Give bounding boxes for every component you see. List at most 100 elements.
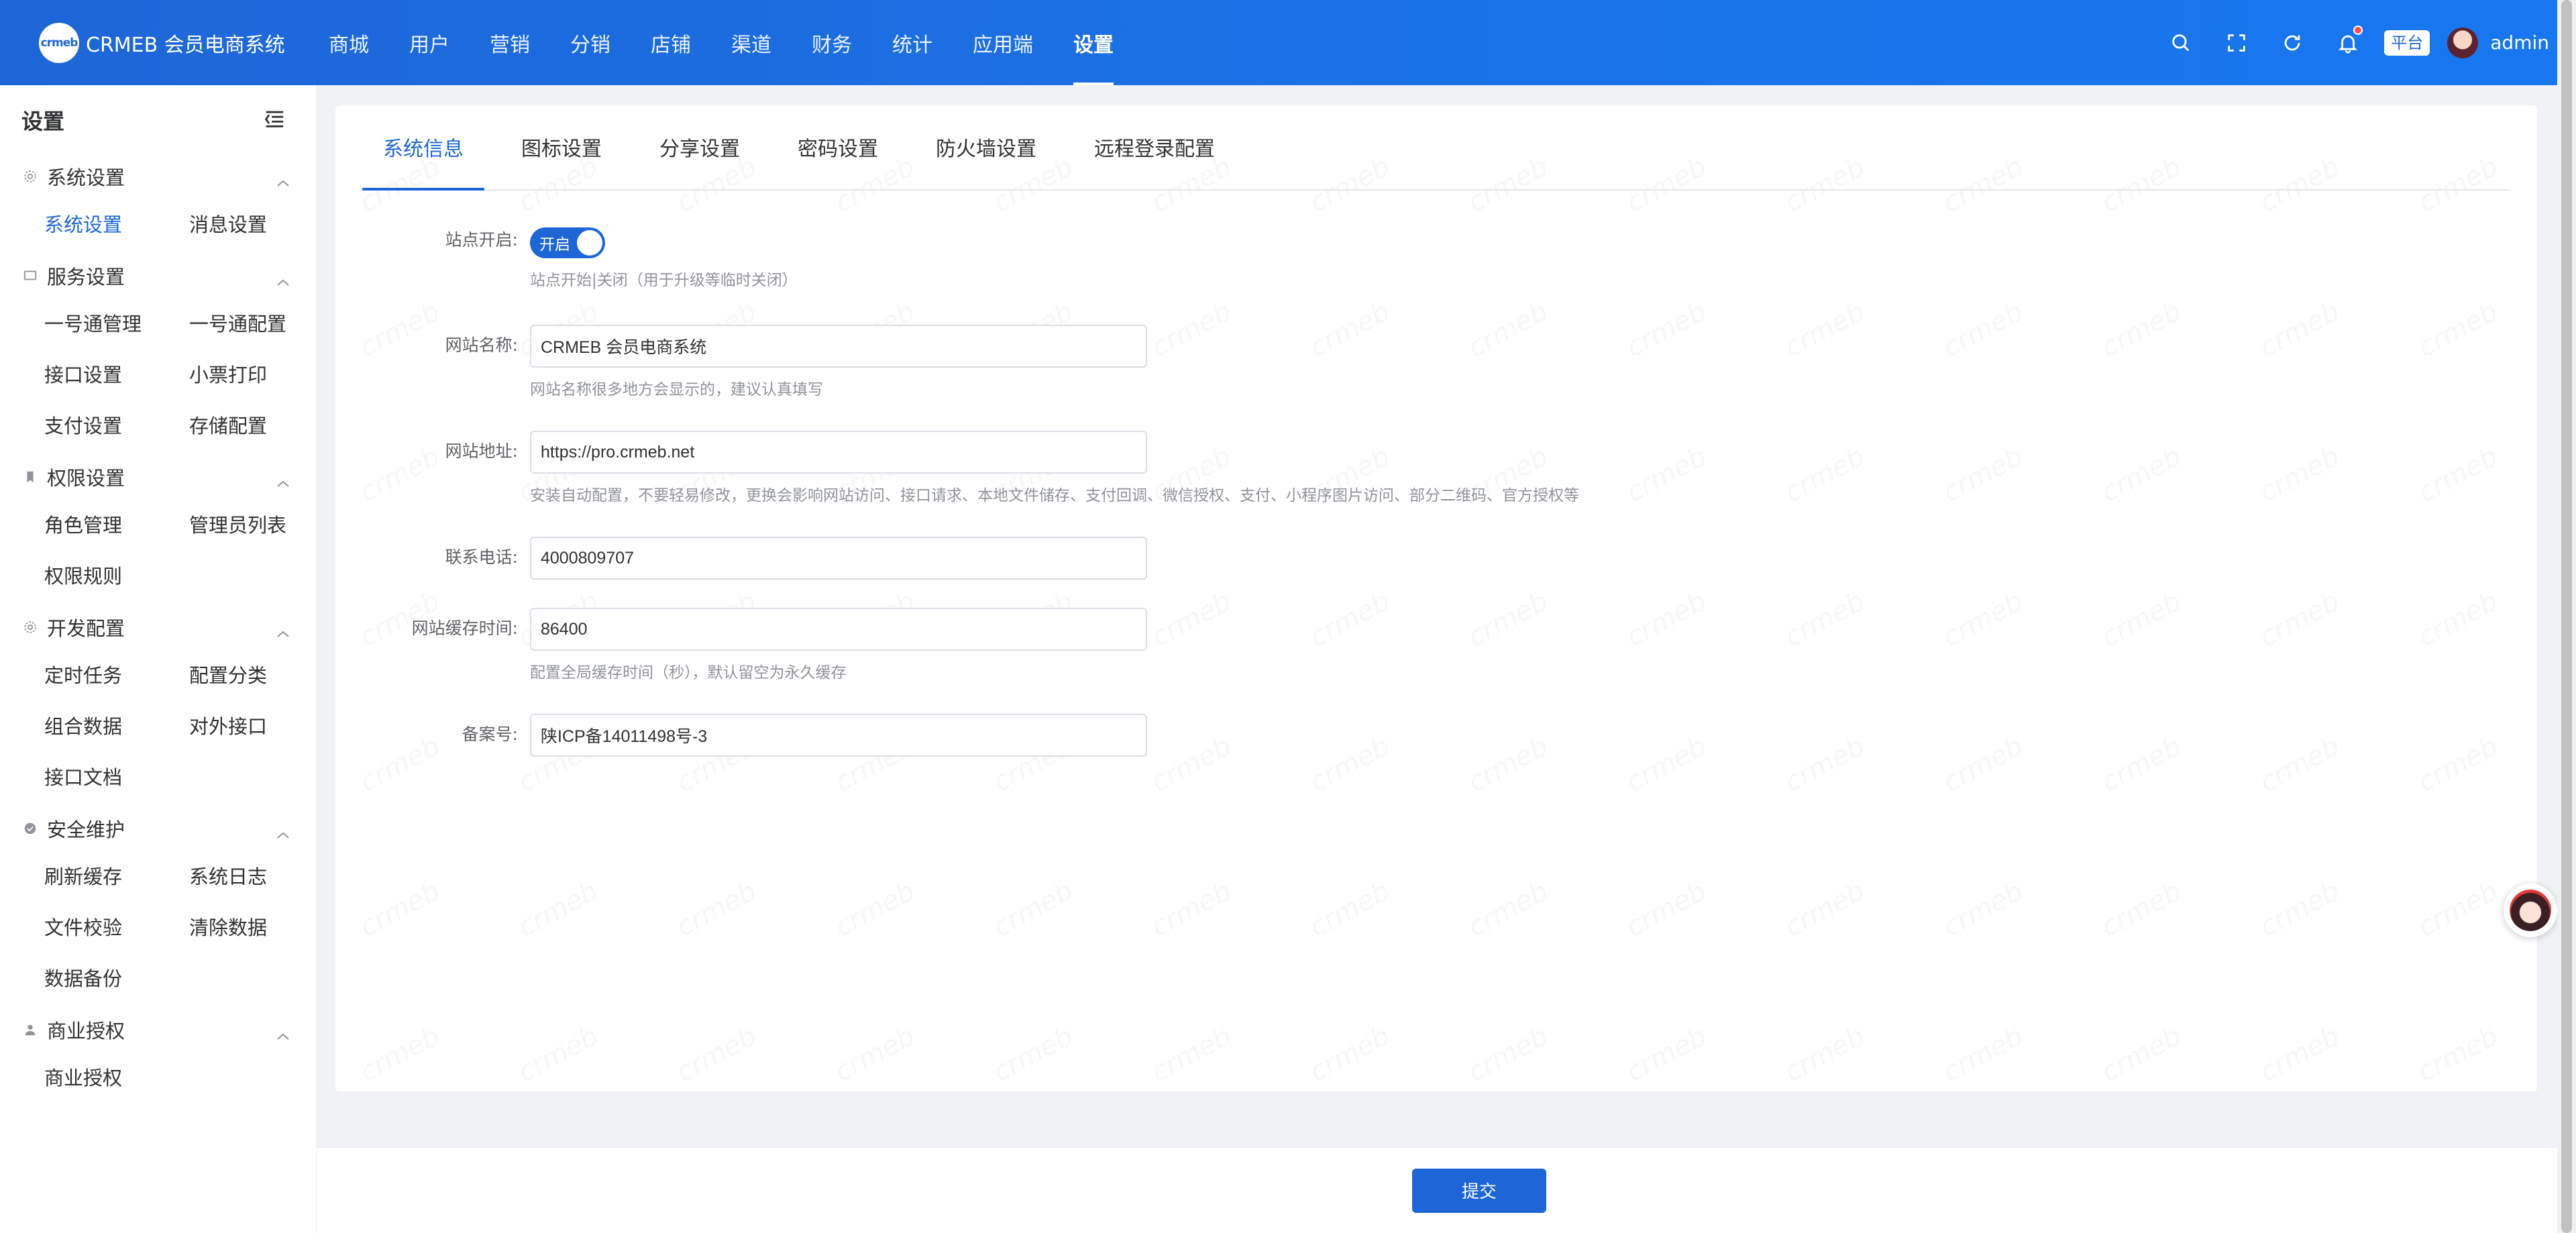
sidebar-group-label: 开发配置 (47, 617, 125, 640)
phone-label: 联系电话: (445, 547, 518, 567)
topnav-settings[interactable]: 设置 (1073, 0, 1114, 85)
sidebar-item-config-category[interactable]: 配置分类 (189, 649, 334, 700)
sidebar-group-header[interactable]: 权限设置 (0, 455, 316, 498)
header-actions: 平台 admin (2139, 0, 2549, 85)
gear-icon (23, 619, 39, 635)
scrollbar-thumb[interactable] (2561, 0, 2572, 1233)
settings-tabs: 系统信息 图标设置 分享设置 密码设置 防火墙设置 远程登录配置 (362, 105, 2510, 191)
topnav-store[interactable]: 店铺 (651, 0, 691, 85)
tab-system-info[interactable]: 系统信息 (362, 105, 484, 191)
settings-card: 系统信息 图标设置 分享设置 密码设置 防火墙设置 远程登录配置 站点开启: 开… (335, 105, 2537, 1091)
notification-dot (2353, 25, 2363, 35)
user-icon (23, 1022, 39, 1038)
sidebar-group-label: 商业授权 (47, 1020, 125, 1042)
site-open-label: 站点开启: (445, 230, 518, 250)
sidebar-group-security: 安全维护 刷新缓存 系统日志 文件校验 清除数据 数据备份 (0, 807, 316, 1003)
tab-password-settings[interactable]: 密码设置 (777, 105, 899, 189)
sidebar-item-admin-list[interactable]: 管理员列表 (189, 498, 334, 549)
sidebar: 设置 系统设置 系统设置 消息设置 服务设置 一号通管理 一号通配置 接口设置 … (0, 85, 317, 1233)
form-row-site-url: 网站地址: https://pro.crmeb.net 安装自动配置，不要轻易修… (362, 431, 1579, 537)
platform-tag[interactable]: 平台 (2384, 30, 2430, 56)
site-url-label: 网站地址: (445, 441, 518, 461)
chevron-up-icon (276, 170, 290, 193)
sidebar-item-cron-tasks[interactable]: 定时任务 (44, 649, 189, 700)
sidebar-item-group-data[interactable]: 组合数据 (44, 700, 189, 751)
logo-text: CRMEB 会员电商系统 (86, 33, 285, 57)
topnav-marketing[interactable]: 营销 (490, 0, 530, 85)
sidebar-item-system-log[interactable]: 系统日志 (189, 850, 334, 901)
sidebar-group-header[interactable]: 服务设置 (0, 254, 316, 297)
avatar[interactable] (2447, 27, 2479, 58)
chevron-up-icon (276, 1023, 290, 1046)
site-url-hint: 安装自动配置，不要轻易修改，更换会影响网站访问、接口请求、本地文件储存、支付回调… (530, 487, 1579, 504)
sidebar-item-role-manage[interactable]: 角色管理 (44, 498, 189, 549)
sidebar-item-api-settings[interactable]: 接口设置 (44, 348, 189, 399)
site-name-input[interactable]: CRMEB 会员电商系统 (530, 325, 1147, 368)
sidebar-group-header[interactable]: 商业授权 (0, 1008, 316, 1051)
sidebar-item-clear-data[interactable]: 清除数据 (189, 901, 334, 952)
monitor-icon (23, 268, 39, 284)
customer-service-avatar[interactable] (2504, 883, 2557, 937)
sidebar-group-service: 服务设置 一号通管理 一号通配置 接口设置 小票打印 支付设置 存储配置 (0, 254, 316, 450)
form-footer: 提交 (317, 1147, 2557, 1233)
sidebar-item-yht-manage[interactable]: 一号通管理 (44, 297, 189, 348)
sidebar-group-permission: 权限设置 角色管理 管理员列表 权限规则 (0, 455, 316, 600)
menu-collapse-icon[interactable] (262, 109, 285, 131)
form-row-site-open: 站点开启: 开启 站点开始|关闭（用于升级等临时关闭） (362, 219, 1147, 325)
site-open-switch[interactable]: 开启 (530, 227, 605, 258)
sidebar-item-permission-rules[interactable]: 权限规则 (44, 549, 189, 600)
logo-badge: crmeb (39, 22, 79, 63)
topnav-apps[interactable]: 应用端 (973, 0, 1033, 85)
topnav-channel[interactable]: 渠道 (731, 0, 771, 85)
form-row-site-name: 网站名称: CRMEB 会员电商系统 网站名称很多地方会显示的，建议认真填写 (362, 325, 1147, 431)
site-url-input[interactable]: https://pro.crmeb.net (530, 431, 1147, 474)
sidebar-item-system-settings[interactable]: 系统设置 (44, 198, 189, 249)
bell-icon[interactable] (2334, 25, 2363, 56)
page-scrollbar[interactable] (2557, 0, 2576, 1233)
fullscreen-icon[interactable] (2223, 30, 2250, 56)
logo[interactable]: crmeb CRMEB 会员电商系统 (39, 22, 294, 63)
sidebar-item-api-docs[interactable]: 接口文档 (44, 751, 189, 802)
search-icon[interactable] (2167, 30, 2194, 56)
refresh-icon[interactable] (2279, 30, 2306, 56)
customer-service-avatar-image (2510, 890, 2551, 931)
tab-firewall-settings[interactable]: 防火墙设置 (915, 105, 1057, 189)
site-open-hint: 站点开始|关闭（用于升级等临时关闭） (530, 272, 798, 289)
sidebar-header: 设置 (0, 85, 316, 155)
phone-input[interactable]: 4000809707 (530, 537, 1147, 580)
tab-icon-settings[interactable]: 图标设置 (500, 105, 623, 189)
chevron-up-icon (276, 621, 290, 643)
site-name-label: 网站名称: (445, 335, 518, 355)
chevron-up-icon (276, 269, 290, 292)
sidebar-item-yht-config[interactable]: 一号通配置 (189, 297, 334, 348)
sidebar-group-header[interactable]: 安全维护 (0, 807, 316, 850)
icp-input[interactable]: 陕ICP备14011498号-3 (530, 714, 1147, 757)
topnav-statistics[interactable]: 统计 (892, 0, 932, 85)
topnav-shop[interactable]: 商城 (329, 0, 369, 85)
sidebar-group-license: 商业授权 商业授权 (0, 1008, 316, 1102)
sidebar-item-message-settings[interactable]: 消息设置 (189, 198, 334, 249)
username[interactable]: admin (2490, 32, 2549, 54)
topnav-users[interactable]: 用户 (409, 0, 449, 85)
sidebar-group-header[interactable]: 系统设置 (0, 155, 316, 198)
form-row-phone: 联系电话: 4000809707 (362, 537, 1147, 608)
sidebar-item-external-api[interactable]: 对外接口 (189, 700, 334, 751)
bookmark-icon (23, 469, 39, 485)
sidebar-item-data-backup[interactable]: 数据备份 (44, 952, 189, 1003)
sidebar-item-receipt-print[interactable]: 小票打印 (189, 348, 334, 399)
tab-remote-login[interactable]: 远程登录配置 (1073, 105, 1236, 189)
sidebar-item-payment-settings[interactable]: 支付设置 (44, 399, 189, 450)
topnav-distribution[interactable]: 分销 (570, 0, 610, 85)
sidebar-group-header[interactable]: 开发配置 (0, 606, 316, 649)
sidebar-item-storage-config[interactable]: 存储配置 (189, 399, 334, 450)
sidebar-item-refresh-cache[interactable]: 刷新缓存 (44, 850, 189, 901)
gear-icon (23, 168, 39, 184)
topnav-finance[interactable]: 财务 (812, 0, 852, 85)
sidebar-item-file-check[interactable]: 文件校验 (44, 901, 189, 952)
tab-share-settings[interactable]: 分享设置 (639, 105, 761, 189)
sidebar-item-business-license[interactable]: 商业授权 (44, 1051, 189, 1102)
cache-time-input[interactable]: 86400 (530, 608, 1147, 651)
submit-button[interactable]: 提交 (1412, 1168, 1546, 1213)
top-header: crmeb CRMEB 会员电商系统 商城 用户 营销 分销 店铺 渠道 财务 … (0, 0, 2576, 85)
site-name-hint: 网站名称很多地方会显示的，建议认真填写 (530, 381, 823, 398)
